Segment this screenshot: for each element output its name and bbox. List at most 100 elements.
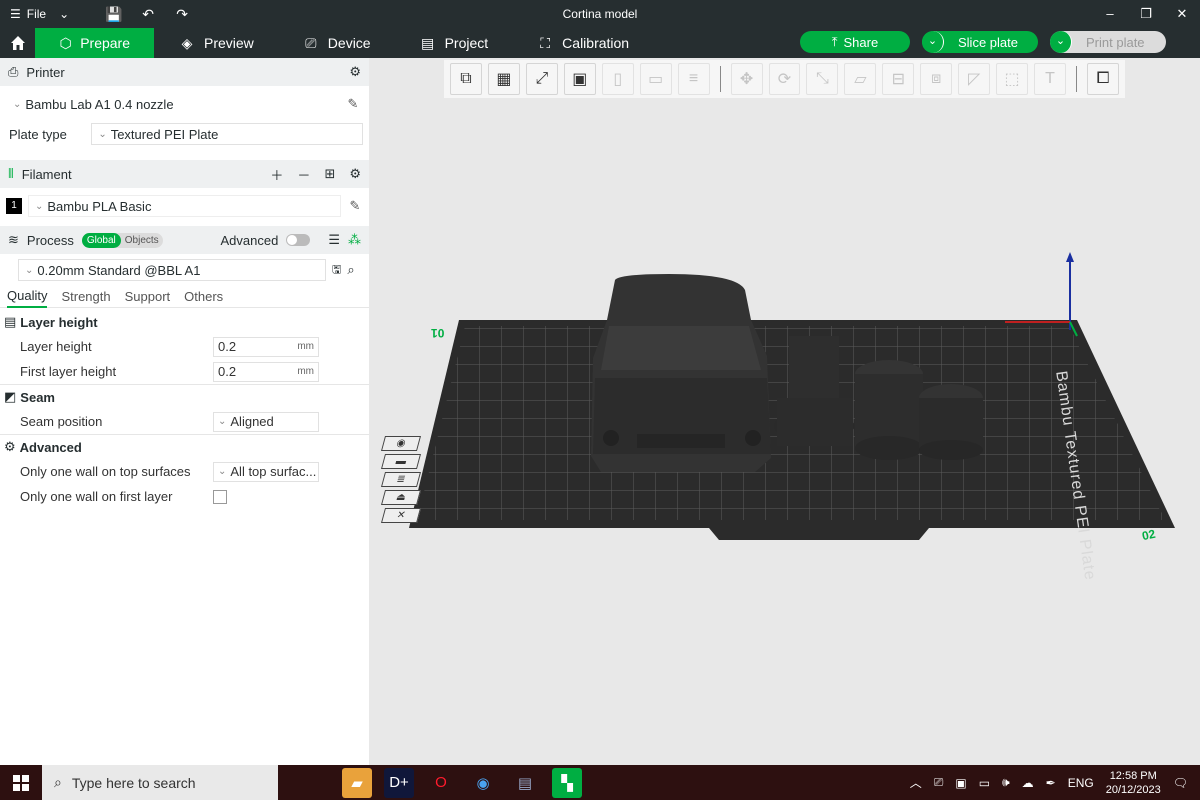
plate-arrange-icon[interactable]: ≣ bbox=[380, 472, 422, 487]
windows-taskbar: ⌕ Type here to search ▰ D+ O ◉ ▤ ▚ ︿ ⎚ ▣… bbox=[0, 765, 1200, 800]
filament-row: 1 ⌄ Bambu PLA Basic ✎ bbox=[0, 188, 369, 224]
unit-mm: mm bbox=[297, 366, 314, 377]
3d-viewport[interactable]: ⧉ ▦ ⤢ ▣ ▯ ▭ ≡ ✥ ⟳ ⤡ ⏥ ⊟ ⧈ ◸ ⬚ T ⧠ ◉ ▬ ≣ … bbox=[369, 58, 1200, 765]
disney-plus-icon[interactable]: D+ bbox=[384, 767, 414, 798]
add-filament-icon[interactable]: ＋ bbox=[270, 165, 283, 184]
filament-settings-gear-icon[interactable]: ⚙ bbox=[349, 166, 361, 182]
unit-mm: mm bbox=[297, 341, 314, 352]
car-model[interactable] bbox=[591, 274, 771, 472]
one-wall-top-select[interactable]: ⌄ All top surfac... bbox=[213, 461, 319, 482]
search-icon: ⌕ bbox=[54, 774, 62, 790]
seam-position-value: Aligned bbox=[230, 414, 274, 429]
printer-settings-gear-icon[interactable]: ⚙ bbox=[349, 64, 361, 80]
battery-icon[interactable]: ▭ bbox=[979, 776, 990, 790]
restore-button[interactable]: ❐ bbox=[1128, 0, 1164, 28]
tab-device[interactable]: ⎚ Device bbox=[278, 28, 395, 58]
tray-chevron-icon[interactable]: ︿ bbox=[910, 774, 922, 791]
print-dropdown-icon[interactable]: ⌄ bbox=[1050, 31, 1072, 53]
layers-icon: ◈ bbox=[181, 34, 193, 51]
first-layer-height-value: 0.2 bbox=[218, 364, 237, 379]
tab-preview[interactable]: ◈ Preview bbox=[154, 28, 278, 58]
layer-height-input[interactable]: 0.2 mm bbox=[213, 336, 319, 357]
param-one-wall-top: Only one wall on top surfaces ⌄ All top … bbox=[0, 459, 369, 484]
slice-dropdown-icon[interactable]: ⌄ bbox=[922, 31, 944, 53]
volume-icon[interactable]: 🕪 bbox=[1002, 775, 1010, 790]
layer-height-value: 0.2 bbox=[218, 339, 237, 354]
file-menu-button[interactable]: ☰ File ⌄ bbox=[0, 0, 86, 28]
start-button[interactable] bbox=[0, 765, 42, 800]
process-section-header: ≋ Process Global Objects Advanced ☰ ⁂ bbox=[0, 226, 369, 254]
meet-icon[interactable]: ⎚ bbox=[934, 775, 944, 790]
compare-icon[interactable]: ⁂ bbox=[348, 232, 361, 248]
param-one-wall-first: Only one wall on first layer bbox=[0, 484, 369, 509]
objects-option[interactable]: Objects bbox=[121, 235, 163, 246]
save-icon[interactable]: 💾 bbox=[104, 6, 124, 23]
global-option[interactable]: Global bbox=[81, 232, 121, 248]
taskbar-search[interactable]: ⌕ Type here to search bbox=[42, 765, 278, 800]
pen-icon[interactable]: ✒ bbox=[1046, 776, 1056, 790]
clock-date: 20/12/2023 bbox=[1105, 783, 1161, 796]
search-icon[interactable]: ⌕ bbox=[347, 262, 354, 278]
tab-project-label: Project bbox=[444, 35, 489, 51]
advanced-toggle[interactable] bbox=[286, 234, 311, 246]
sync-filament-icon[interactable]: ⊞ bbox=[324, 166, 335, 182]
subtab-others[interactable]: Others bbox=[184, 289, 223, 304]
notifications-icon[interactable]: 🗨 bbox=[1173, 776, 1188, 790]
notepad-icon[interactable]: ▤ bbox=[510, 768, 540, 798]
edit-printer-icon[interactable]: ✎ bbox=[345, 96, 361, 112]
plate-settings-icon[interactable]: ▬ bbox=[380, 454, 422, 469]
layer-height-label: Layer height bbox=[20, 339, 92, 354]
tab-project[interactable]: ▤ Project bbox=[395, 28, 513, 58]
filament-select[interactable]: ⌄ Bambu PLA Basic bbox=[28, 195, 341, 217]
plate-type-select[interactable]: ⌄ Textured PEI Plate bbox=[91, 123, 363, 145]
first-layer-height-input[interactable]: 0.2 mm bbox=[213, 361, 319, 382]
plate-delete-icon[interactable]: ✕ bbox=[380, 508, 422, 523]
share-button[interactable]: ⤒ Share bbox=[800, 31, 910, 53]
clock[interactable]: 12:58 PM 20/12/2023 bbox=[1106, 769, 1161, 797]
chrome-icon[interactable]: ◉ bbox=[468, 768, 498, 798]
list-view-icon[interactable]: ☰ bbox=[328, 232, 340, 248]
display-icon[interactable]: ▣ bbox=[955, 776, 966, 790]
plate-orient-icon[interactable]: ⏏ bbox=[380, 490, 422, 505]
plate-type-label: Plate type bbox=[9, 126, 67, 142]
minimize-button[interactable]: – bbox=[1092, 0, 1128, 28]
subtab-support[interactable]: Support bbox=[125, 289, 171, 304]
settings-sidebar: ⎙ Printer ⚙ ⌄ Bambu Lab A1 0.4 nozzle ✎ … bbox=[0, 58, 369, 765]
filament-heading: Filament bbox=[21, 166, 72, 182]
print-plate-button[interactable]: ⌄ Print plate bbox=[1050, 31, 1166, 53]
close-button[interactable]: ✕ bbox=[1164, 0, 1200, 28]
slice-plate-label: Slice plate bbox=[958, 34, 1018, 50]
subtab-quality[interactable]: Quality bbox=[7, 286, 48, 308]
view-toggle-icon[interactable]: ◉ bbox=[380, 436, 422, 451]
advanced-label: Advanced bbox=[220, 232, 279, 248]
redo-icon[interactable]: ↷ bbox=[172, 6, 192, 23]
filament-slot-badge[interactable]: 1 bbox=[6, 198, 22, 214]
save-preset-icon[interactable]: 🖫 bbox=[332, 261, 341, 280]
device-icon: ⎚ bbox=[305, 34, 317, 51]
process-preset: 0.20mm Standard @BBL A1 bbox=[37, 262, 201, 278]
printer-row: ⌄ Bambu Lab A1 0.4 nozzle ✎ bbox=[0, 86, 369, 122]
tab-prepare[interactable]: ⬡ Prepare bbox=[35, 28, 154, 58]
home-button[interactable] bbox=[0, 28, 35, 58]
bambu-studio-icon[interactable]: ▚ bbox=[552, 767, 582, 798]
seam-position-select[interactable]: ⌄ Aligned bbox=[213, 411, 319, 432]
subtab-strength[interactable]: Strength bbox=[61, 289, 110, 304]
calibration-icon: ⛶ bbox=[540, 34, 551, 51]
chevron-down-icon: ⌄ bbox=[13, 98, 22, 110]
file-explorer-icon[interactable]: ▰ bbox=[342, 767, 372, 798]
seam-position-label: Seam position bbox=[20, 414, 103, 429]
edit-filament-icon[interactable]: ✎ bbox=[347, 198, 363, 214]
tab-calibration[interactable]: ⛶ Calibration bbox=[512, 28, 653, 58]
cloud-icon[interactable]: ☁ bbox=[1022, 776, 1034, 790]
remove-filament-icon[interactable]: － bbox=[297, 165, 310, 184]
undo-icon[interactable]: ↶ bbox=[138, 6, 158, 23]
process-preset-select[interactable]: ⌄ 0.20mm Standard @BBL A1 bbox=[18, 259, 326, 281]
opera-icon[interactable]: O bbox=[426, 768, 456, 798]
printer-select[interactable]: ⌄ Bambu Lab A1 0.4 nozzle bbox=[6, 93, 339, 115]
one-wall-first-checkbox[interactable] bbox=[213, 489, 227, 504]
slice-plate-button[interactable]: ⌄ Slice plate bbox=[922, 31, 1038, 53]
print-plate-label: Print plate bbox=[1086, 34, 1145, 50]
chevron-down-icon[interactable]: ⌄ bbox=[52, 7, 76, 21]
language-indicator[interactable]: ENG bbox=[1068, 776, 1094, 790]
global-objects-toggle[interactable]: Global Objects bbox=[81, 232, 163, 248]
